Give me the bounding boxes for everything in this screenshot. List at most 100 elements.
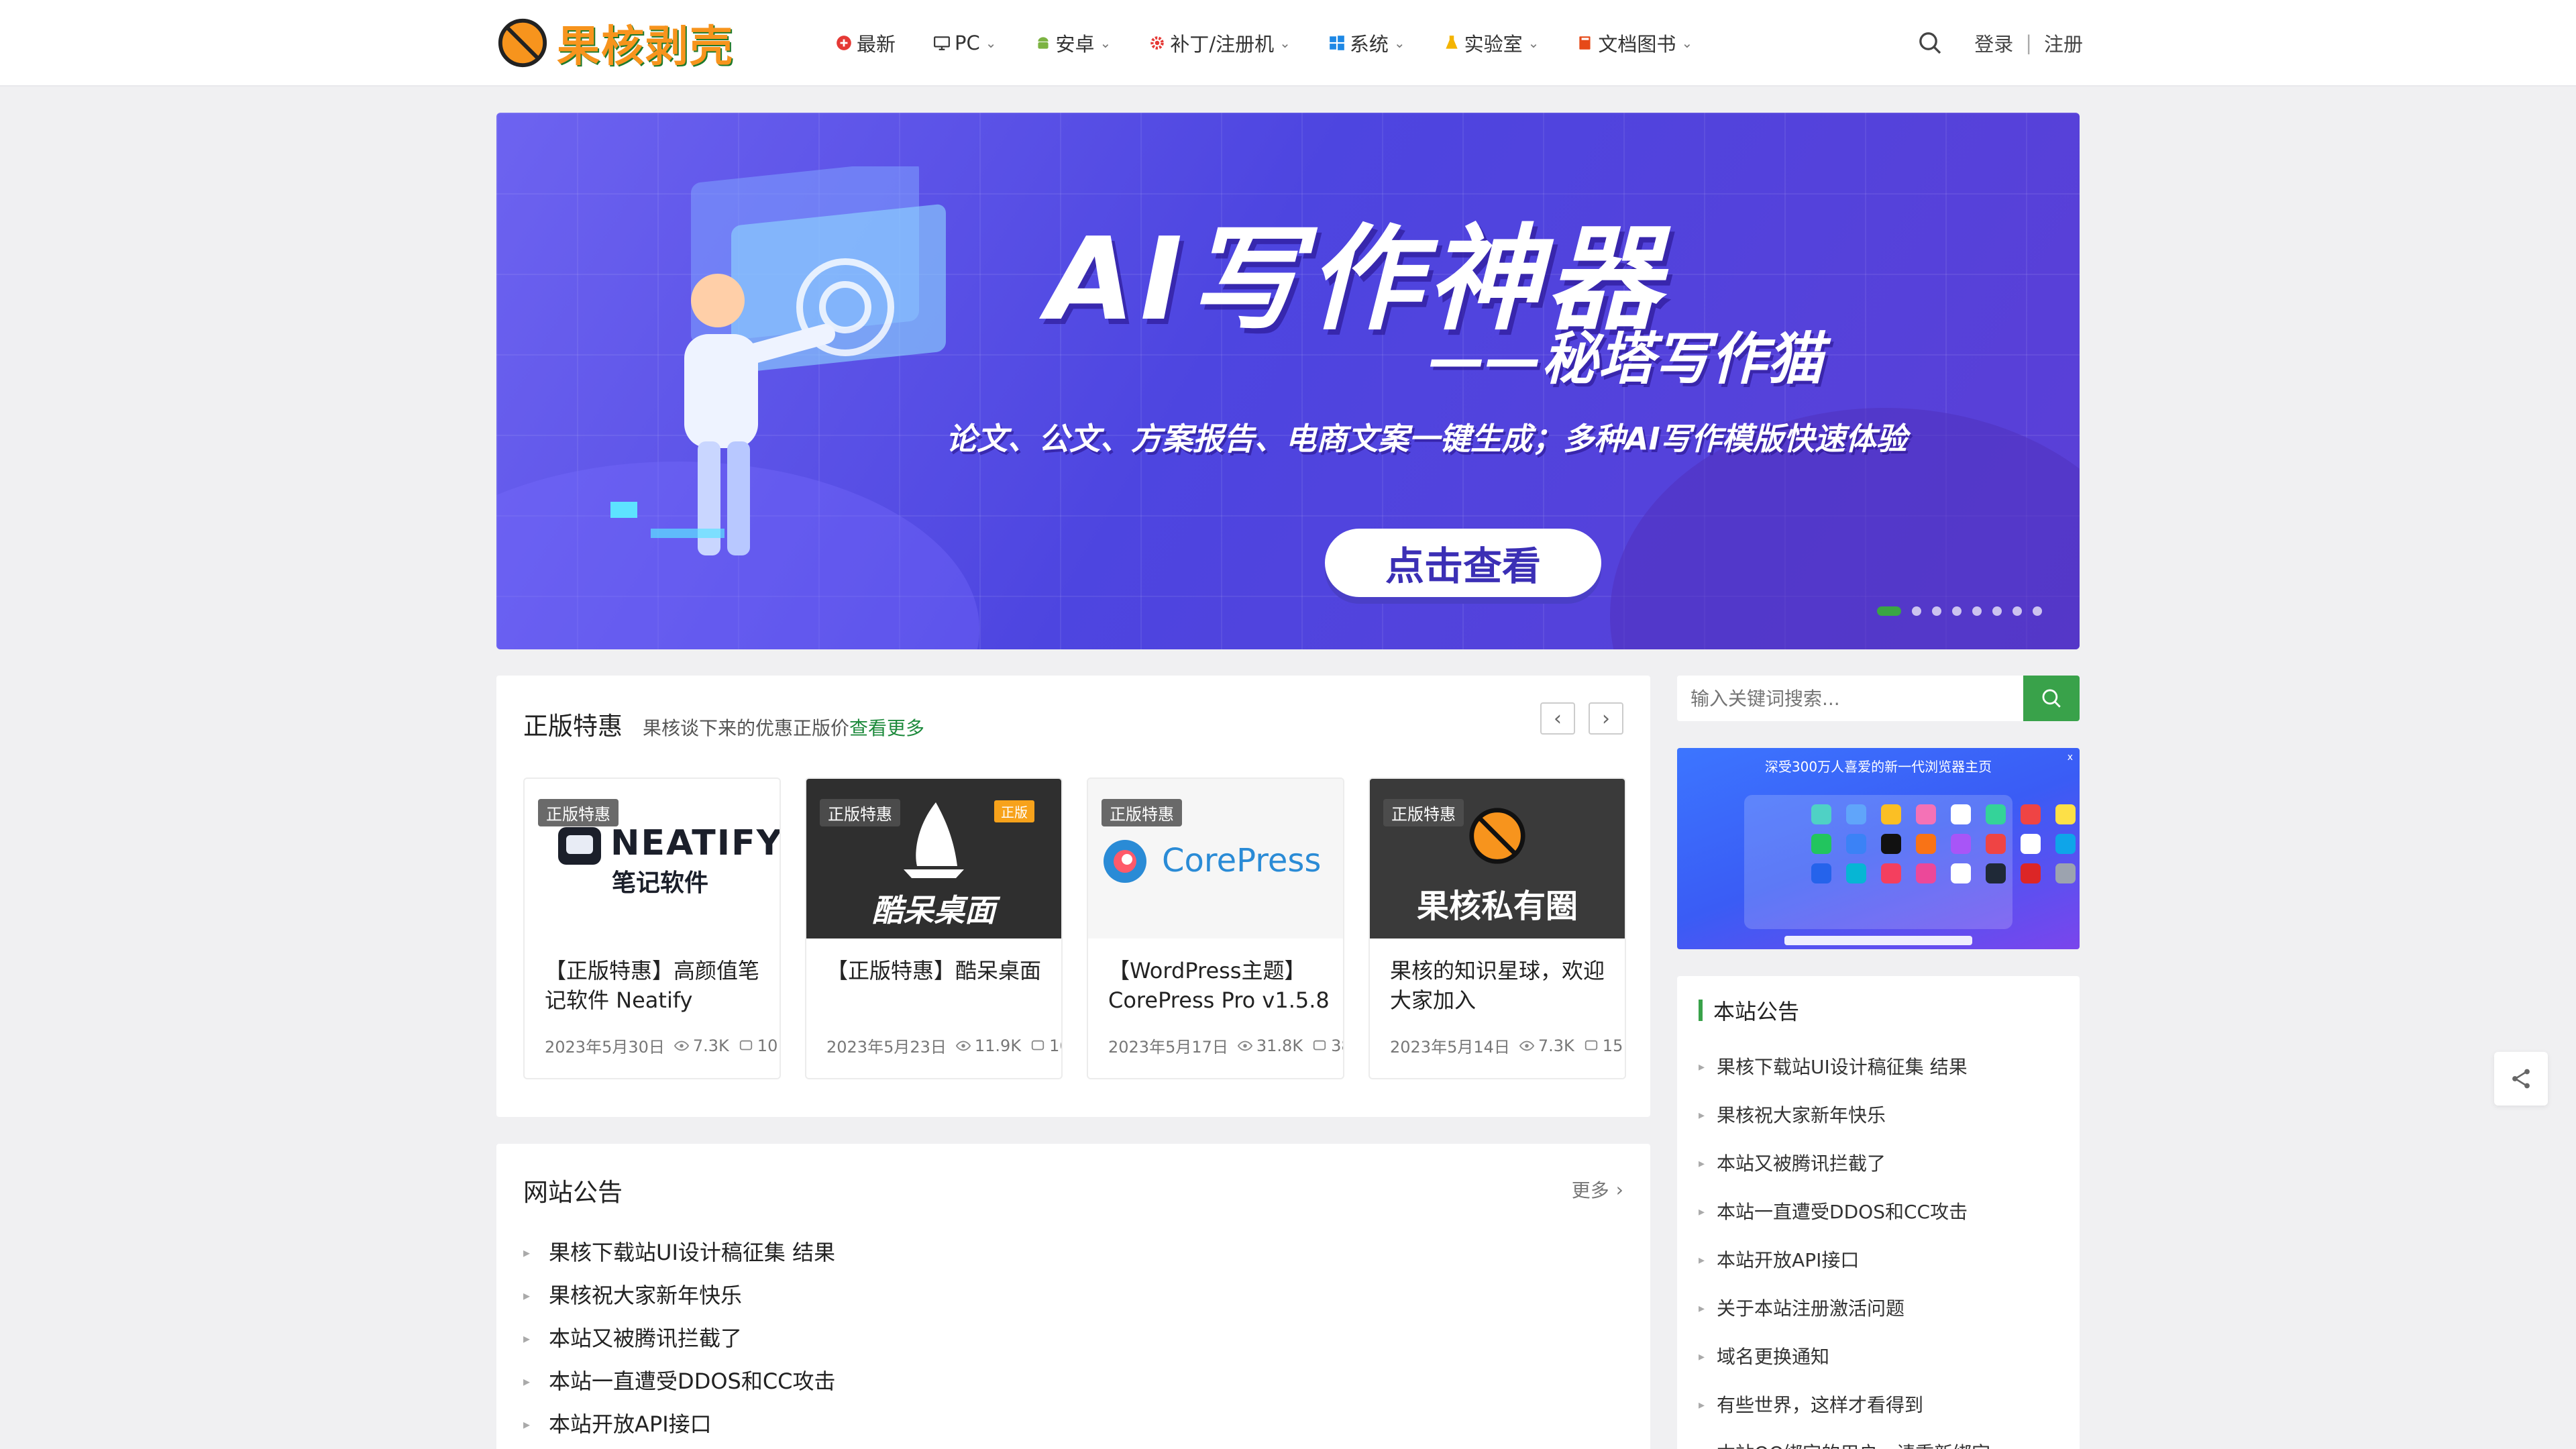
- caret-right-icon: ▸: [1699, 1301, 1705, 1316]
- carousel-dot[interactable]: [1992, 606, 2002, 616]
- carousel-dot[interactable]: [2033, 606, 2042, 616]
- app-icon: [1916, 804, 1936, 824]
- next-button[interactable]: ›: [1589, 702, 1623, 735]
- search-input[interactable]: [1677, 676, 2026, 721]
- notice-more-link[interactable]: 更多 ›: [1572, 1176, 1623, 1203]
- nav-item-latest[interactable]: 最新: [835, 29, 896, 57]
- banner-cta-button[interactable]: 点击查看: [1325, 529, 1601, 597]
- monitor-icon: [934, 36, 950, 50]
- register-link[interactable]: 注册: [2044, 29, 2083, 57]
- nav-label: 文档图书: [1598, 32, 1676, 56]
- notice-item[interactable]: ▸ 本站又被腾讯拦截了: [523, 1317, 836, 1360]
- carousel-dots: [1866, 606, 2042, 616]
- carousel-dot[interactable]: [1912, 606, 1921, 616]
- deal-card[interactable]: CorePress 正版特惠 【WordPress主题】CorePress Pr…: [1087, 777, 1344, 1079]
- notice-title: 网站公告: [523, 1178, 623, 1207]
- caret-right-icon: ▸: [1699, 1253, 1705, 1267]
- deal-title[interactable]: 【WordPress主题】CorePress Pro v1.5.8: [1108, 956, 1330, 1015]
- chevron-down-icon: ⌄: [1279, 34, 1291, 51]
- app-icon: [1951, 804, 1971, 824]
- login-link[interactable]: 登录: [1974, 29, 2013, 57]
- eye-icon: [955, 1040, 971, 1051]
- book-icon: [1579, 36, 1591, 50]
- neatify-logo-icon: [558, 827, 601, 865]
- title-accent-bar: [1699, 1000, 1703, 1021]
- sidebar-notice-item[interactable]: ▸ 本站QQ绑定的用户，请重新绑定: [1699, 1430, 1990, 1449]
- site-logo[interactable]: 果核剥壳: [496, 15, 734, 72]
- app-icon: [1811, 834, 1831, 854]
- sidebar-notice-title: 本站公告: [1699, 995, 1799, 1026]
- nav-item-android[interactable]: 安卓 ⌄: [1034, 29, 1112, 57]
- carousel-dot[interactable]: [1877, 606, 1901, 616]
- genuine-badge: 正版: [994, 800, 1034, 822]
- chevron-down-icon: ⌄: [1099, 34, 1112, 51]
- carousel-dot[interactable]: [2012, 606, 2022, 616]
- search-button[interactable]: [2023, 676, 2080, 721]
- sidebar-notice-item[interactable]: ▸ 果核祝大家新年快乐: [1699, 1091, 1990, 1140]
- notice-item[interactable]: ▸ 本站一直遭受DDOS和CC攻击: [523, 1360, 836, 1403]
- nav-label: 最新: [857, 32, 896, 56]
- caret-right-icon: ▸: [1699, 1350, 1705, 1364]
- ad-title: 深受300万人喜爱的新一代浏览器主页: [1764, 759, 1992, 775]
- notice-item[interactable]: ▸ 果核下载站UI设计稿征集 结果: [523, 1231, 836, 1274]
- nav-label: PC: [955, 31, 980, 54]
- nav-item-patch[interactable]: 补丁/注册机 ⌄: [1148, 29, 1291, 57]
- site-notice-section: 网站公告 更多 › ▸ 果核下载站UI设计稿征集 结果 ▸ 果核祝大家新年快乐 ▸ 本…: [496, 1144, 1650, 1449]
- deal-meta: 2023年5月14日 7.3K 15: [1390, 1034, 1623, 1057]
- sidebar-notice-item-label: 果核祝大家新年快乐: [1717, 1104, 1886, 1126]
- app-icon: [1951, 863, 1971, 883]
- sidebar-notice-item[interactable]: ▸ 本站又被腾讯拦截了: [1699, 1140, 1990, 1188]
- app-icon: [2055, 834, 2076, 854]
- notice-item-label: 本站又被腾讯拦截了: [549, 1326, 743, 1351]
- nav-item-docs[interactable]: 文档图书 ⌄: [1576, 29, 1693, 57]
- app-icon: [1811, 863, 1831, 883]
- sidebar-notice-item[interactable]: ▸ 有些世界，这样才看得到: [1699, 1381, 1990, 1430]
- nav-item-system[interactable]: 系统 ⌄: [1328, 29, 1405, 57]
- sidebar-notice-item[interactable]: ▸ 关于本站注册激活问题: [1699, 1285, 1990, 1333]
- prev-button[interactable]: ‹: [1540, 702, 1575, 735]
- notice-item-label: 本站一直遭受DDOS和CC攻击: [549, 1368, 836, 1394]
- thumb-title: 酷呆桌面: [872, 892, 996, 928]
- sidebar-notice-item-label: 本站一直遭受DDOS和CC攻击: [1717, 1201, 1968, 1223]
- share-button[interactable]: [2494, 1052, 2548, 1106]
- carousel-dot[interactable]: [1932, 606, 1941, 616]
- deal-title[interactable]: 【正版特惠】高颜值笔记软件 Neatify: [545, 956, 766, 1015]
- separator: |: [2025, 31, 2032, 54]
- sidebar-notice-item[interactable]: ▸ 本站开放API接口: [1699, 1236, 1990, 1285]
- deal-meta: 2023年5月17日 31.8K 38: [1108, 1034, 1343, 1057]
- deal-title[interactable]: 【正版特惠】酷呆桌面: [826, 956, 1048, 985]
- page: 果核剥壳 最新 PC ⌄ 安卓 ⌄ 补丁/注册机 ⌄ 系统 ⌄ 实验室 ⌄ 文档…: [0, 0, 2576, 1449]
- deal-date: 2023年5月30日: [545, 1038, 665, 1057]
- app-icon: [2055, 863, 2076, 883]
- carousel-dot[interactable]: [1952, 606, 1962, 616]
- notice-item-label: 果核祝大家新年快乐: [549, 1283, 743, 1308]
- carousel-dot[interactable]: [1972, 606, 1982, 616]
- nav-item-pc[interactable]: PC ⌄: [933, 32, 997, 54]
- chevron-down-icon: ⌄: [1393, 34, 1405, 51]
- notice-item[interactable]: ▸ 本站开放API接口: [523, 1403, 836, 1446]
- deal-card[interactable]: 酷呆桌面 正版特惠 正版 【正版特惠】酷呆桌面 2023年5月23日 11.9K…: [805, 777, 1063, 1079]
- hero-banner[interactable]: AI写作神器 ——秘塔写作猫 论文、公文、方案报告、电商文案一键生成；多种AI写…: [496, 113, 2080, 649]
- notice-item-label: 果核下载站UI设计稿征集 结果: [549, 1240, 836, 1265]
- ad-close-icon[interactable]: x: [2068, 752, 2073, 763]
- eye-icon: [1519, 1040, 1534, 1051]
- sidebar-ad-banner[interactable]: 深受300万人喜爱的新一代浏览器主页 x: [1677, 748, 2080, 949]
- deals-more-link[interactable]: 查看更多: [849, 714, 924, 741]
- deal-comments: 10: [757, 1036, 778, 1055]
- app-icon: [2055, 804, 2076, 824]
- notice-item[interactable]: ▸ 果核祝大家新年快乐: [523, 1274, 836, 1317]
- deal-thumbnail: CorePress 正版特惠: [1088, 779, 1343, 938]
- deal-card[interactable]: 果核私有圈 正版特惠 果核的知识星球，欢迎大家加入 2023年5月14日 7.3…: [1368, 777, 1626, 1079]
- sidebar-notice-label: 本站公告: [1713, 999, 1800, 1024]
- search-icon[interactable]: [1917, 30, 1943, 56]
- app-icon: [1846, 834, 1866, 854]
- sidebar-notice-item[interactable]: ▸ 果核下载站UI设计稿征集 结果: [1699, 1043, 1990, 1091]
- deal-title[interactable]: 果核的知识星球，欢迎大家加入: [1390, 956, 1611, 1015]
- sidebar-notice-item[interactable]: ▸ 域名更换通知: [1699, 1333, 1990, 1381]
- comment-icon: [739, 1040, 752, 1050]
- nav-item-lab[interactable]: 实验室 ⌄: [1443, 29, 1539, 57]
- deal-card[interactable]: NEATIFY 笔记软件 正版特惠 【正版特惠】高颜值笔记软件 Neatify …: [523, 777, 781, 1079]
- sidebar-notice: 本站公告 ▸ 果核下载站UI设计稿征集 结果 ▸ 果核祝大家新年快乐 ▸ 本站又被腾讯…: [1677, 976, 2080, 1449]
- caret-right-icon: ▸: [523, 1244, 531, 1260]
- sidebar-notice-item[interactable]: ▸ 本站一直遭受DDOS和CC攻击: [1699, 1188, 1990, 1236]
